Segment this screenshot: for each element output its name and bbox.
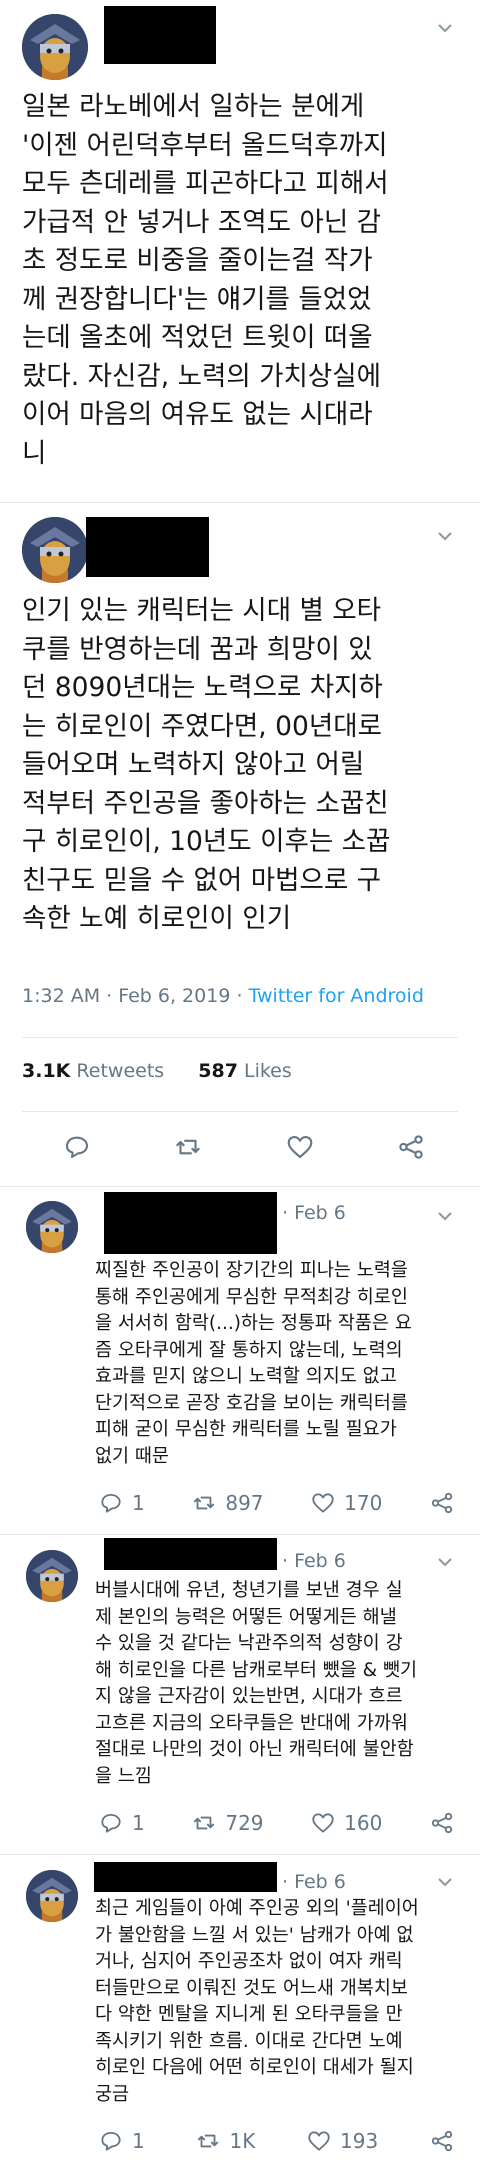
retweets-label: Retweets	[70, 1060, 165, 1082]
retweet-count: 897	[225, 1491, 264, 1515]
reply-icon	[101, 1813, 121, 1833]
heart-icon	[308, 2131, 330, 2151]
reply-date[interactable]: · Feb 6	[282, 1550, 346, 1572]
tweet-text: 인기 있는 캐릭터는 시대 별 오타 쿠를 반영하는데 꿈과 희망이 있 던 8…	[22, 595, 391, 934]
reply-icon	[65, 1136, 89, 1159]
avatar[interactable]	[22, 14, 88, 80]
retweet-button[interactable]: 1K	[195, 2128, 255, 2154]
reply-icon	[101, 2131, 121, 2151]
reply-icon	[101, 1493, 121, 1513]
tweet-time: 1:32 AM · Feb 6, 2019 ·	[22, 985, 249, 1007]
share-icon	[431, 2130, 453, 2152]
reply-text: 버블시대에 유년, 청년기를 보낸 경우 실 제 본인의 능력은 어떻든 어떻게…	[95, 1580, 418, 1787]
avatar[interactable]	[26, 1870, 78, 1922]
reply-text: 최근 게임들이 아예 주인공 외의 '플레이어 가 불안함을 느낄 서 있는' …	[95, 1898, 419, 2105]
reply-count: 1	[132, 1491, 145, 1515]
share-icon	[431, 1492, 453, 1514]
retweet-icon	[176, 1139, 201, 1155]
share-button[interactable]	[396, 1132, 426, 1162]
like-button[interactable]: 160	[310, 1810, 382, 1836]
tweet-stats: 3.1K Retweets 587 Likes	[22, 1060, 292, 1082]
share-icon	[399, 1135, 423, 1159]
chevron-down-icon[interactable]	[435, 526, 455, 546]
redacted-username	[86, 517, 209, 577]
redacted-username	[104, 1538, 277, 1570]
retweet-icon	[198, 2134, 219, 2148]
tweet-meta: 1:32 AM · Feb 6, 2019 · Twitter for Andr…	[22, 985, 424, 1007]
divider	[0, 502, 480, 503]
like-button[interactable]: 193	[306, 2128, 378, 2154]
divider	[22, 1037, 458, 1038]
share-icon	[431, 1812, 453, 1834]
retweet-button[interactable]: 897	[191, 1490, 264, 1516]
like-count: 170	[344, 1491, 383, 1515]
reply-button[interactable]: 1	[98, 1490, 145, 1516]
reply-actions: 1 897 170	[98, 1490, 455, 1516]
avatar[interactable]	[26, 1550, 78, 1602]
heart-icon	[312, 1813, 334, 1833]
reply-date[interactable]: · Feb 6	[282, 1871, 346, 1893]
tweet-actions	[62, 1132, 426, 1162]
tweet-text: 일본 라노베에서 일하는 분에게 '이젠 어린덕후부터 올드덕후까지 모두 츤데…	[22, 91, 389, 469]
retweet-count: 1K	[229, 2129, 256, 2153]
chevron-down-icon[interactable]	[435, 1552, 455, 1572]
tweet-source-link[interactable]: Twitter for Android	[249, 985, 424, 1007]
retweet-button[interactable]: 729	[191, 1810, 264, 1836]
reply-button[interactable]: 1	[98, 2128, 145, 2154]
retweet-count[interactable]: 3.1K	[22, 1060, 70, 1082]
share-button[interactable]	[429, 1810, 455, 1836]
share-button[interactable]	[429, 2128, 455, 2154]
chevron-down-icon[interactable]	[435, 1206, 455, 1226]
reply-date[interactable]: · Feb 6	[282, 1202, 346, 1224]
reply-count: 1	[132, 2129, 145, 2153]
likes-label: Likes	[237, 1060, 292, 1082]
divider	[0, 1534, 480, 1535]
chevron-down-icon[interactable]	[435, 18, 455, 38]
retweet-button[interactable]	[173, 1132, 203, 1162]
divider	[0, 1186, 480, 1187]
heart-icon	[287, 1135, 312, 1159]
like-count: 160	[344, 1811, 383, 1835]
reply-button[interactable]	[62, 1132, 92, 1162]
divider	[0, 1854, 480, 1855]
reply-actions: 1 729 160	[98, 1810, 455, 1836]
heart-icon	[312, 1493, 334, 1513]
reply-button[interactable]: 1	[98, 1810, 145, 1836]
reply-actions: 1 1K 193	[98, 2128, 455, 2154]
share-button[interactable]	[429, 1490, 455, 1516]
like-button[interactable]	[285, 1132, 315, 1162]
redacted-username	[104, 1192, 277, 1254]
redacted-username	[94, 1862, 277, 1892]
like-count[interactable]: 587	[198, 1060, 238, 1082]
retweet-icon	[193, 1816, 215, 1830]
retweet-icon	[193, 1496, 215, 1510]
reply-text: 찌질한 주인공이 장기간의 피나는 노력을 통해 주인공에게 무심한 무적최강 …	[95, 1260, 412, 1467]
avatar[interactable]	[26, 1201, 78, 1253]
divider	[22, 1111, 458, 1112]
avatar[interactable]	[22, 517, 88, 583]
redacted-username	[104, 6, 216, 64]
retweet-count: 729	[225, 1811, 264, 1835]
like-count: 193	[340, 2129, 379, 2153]
chevron-down-icon[interactable]	[435, 1872, 455, 1892]
like-button[interactable]: 170	[310, 1490, 382, 1516]
reply-count: 1	[132, 1811, 145, 1835]
